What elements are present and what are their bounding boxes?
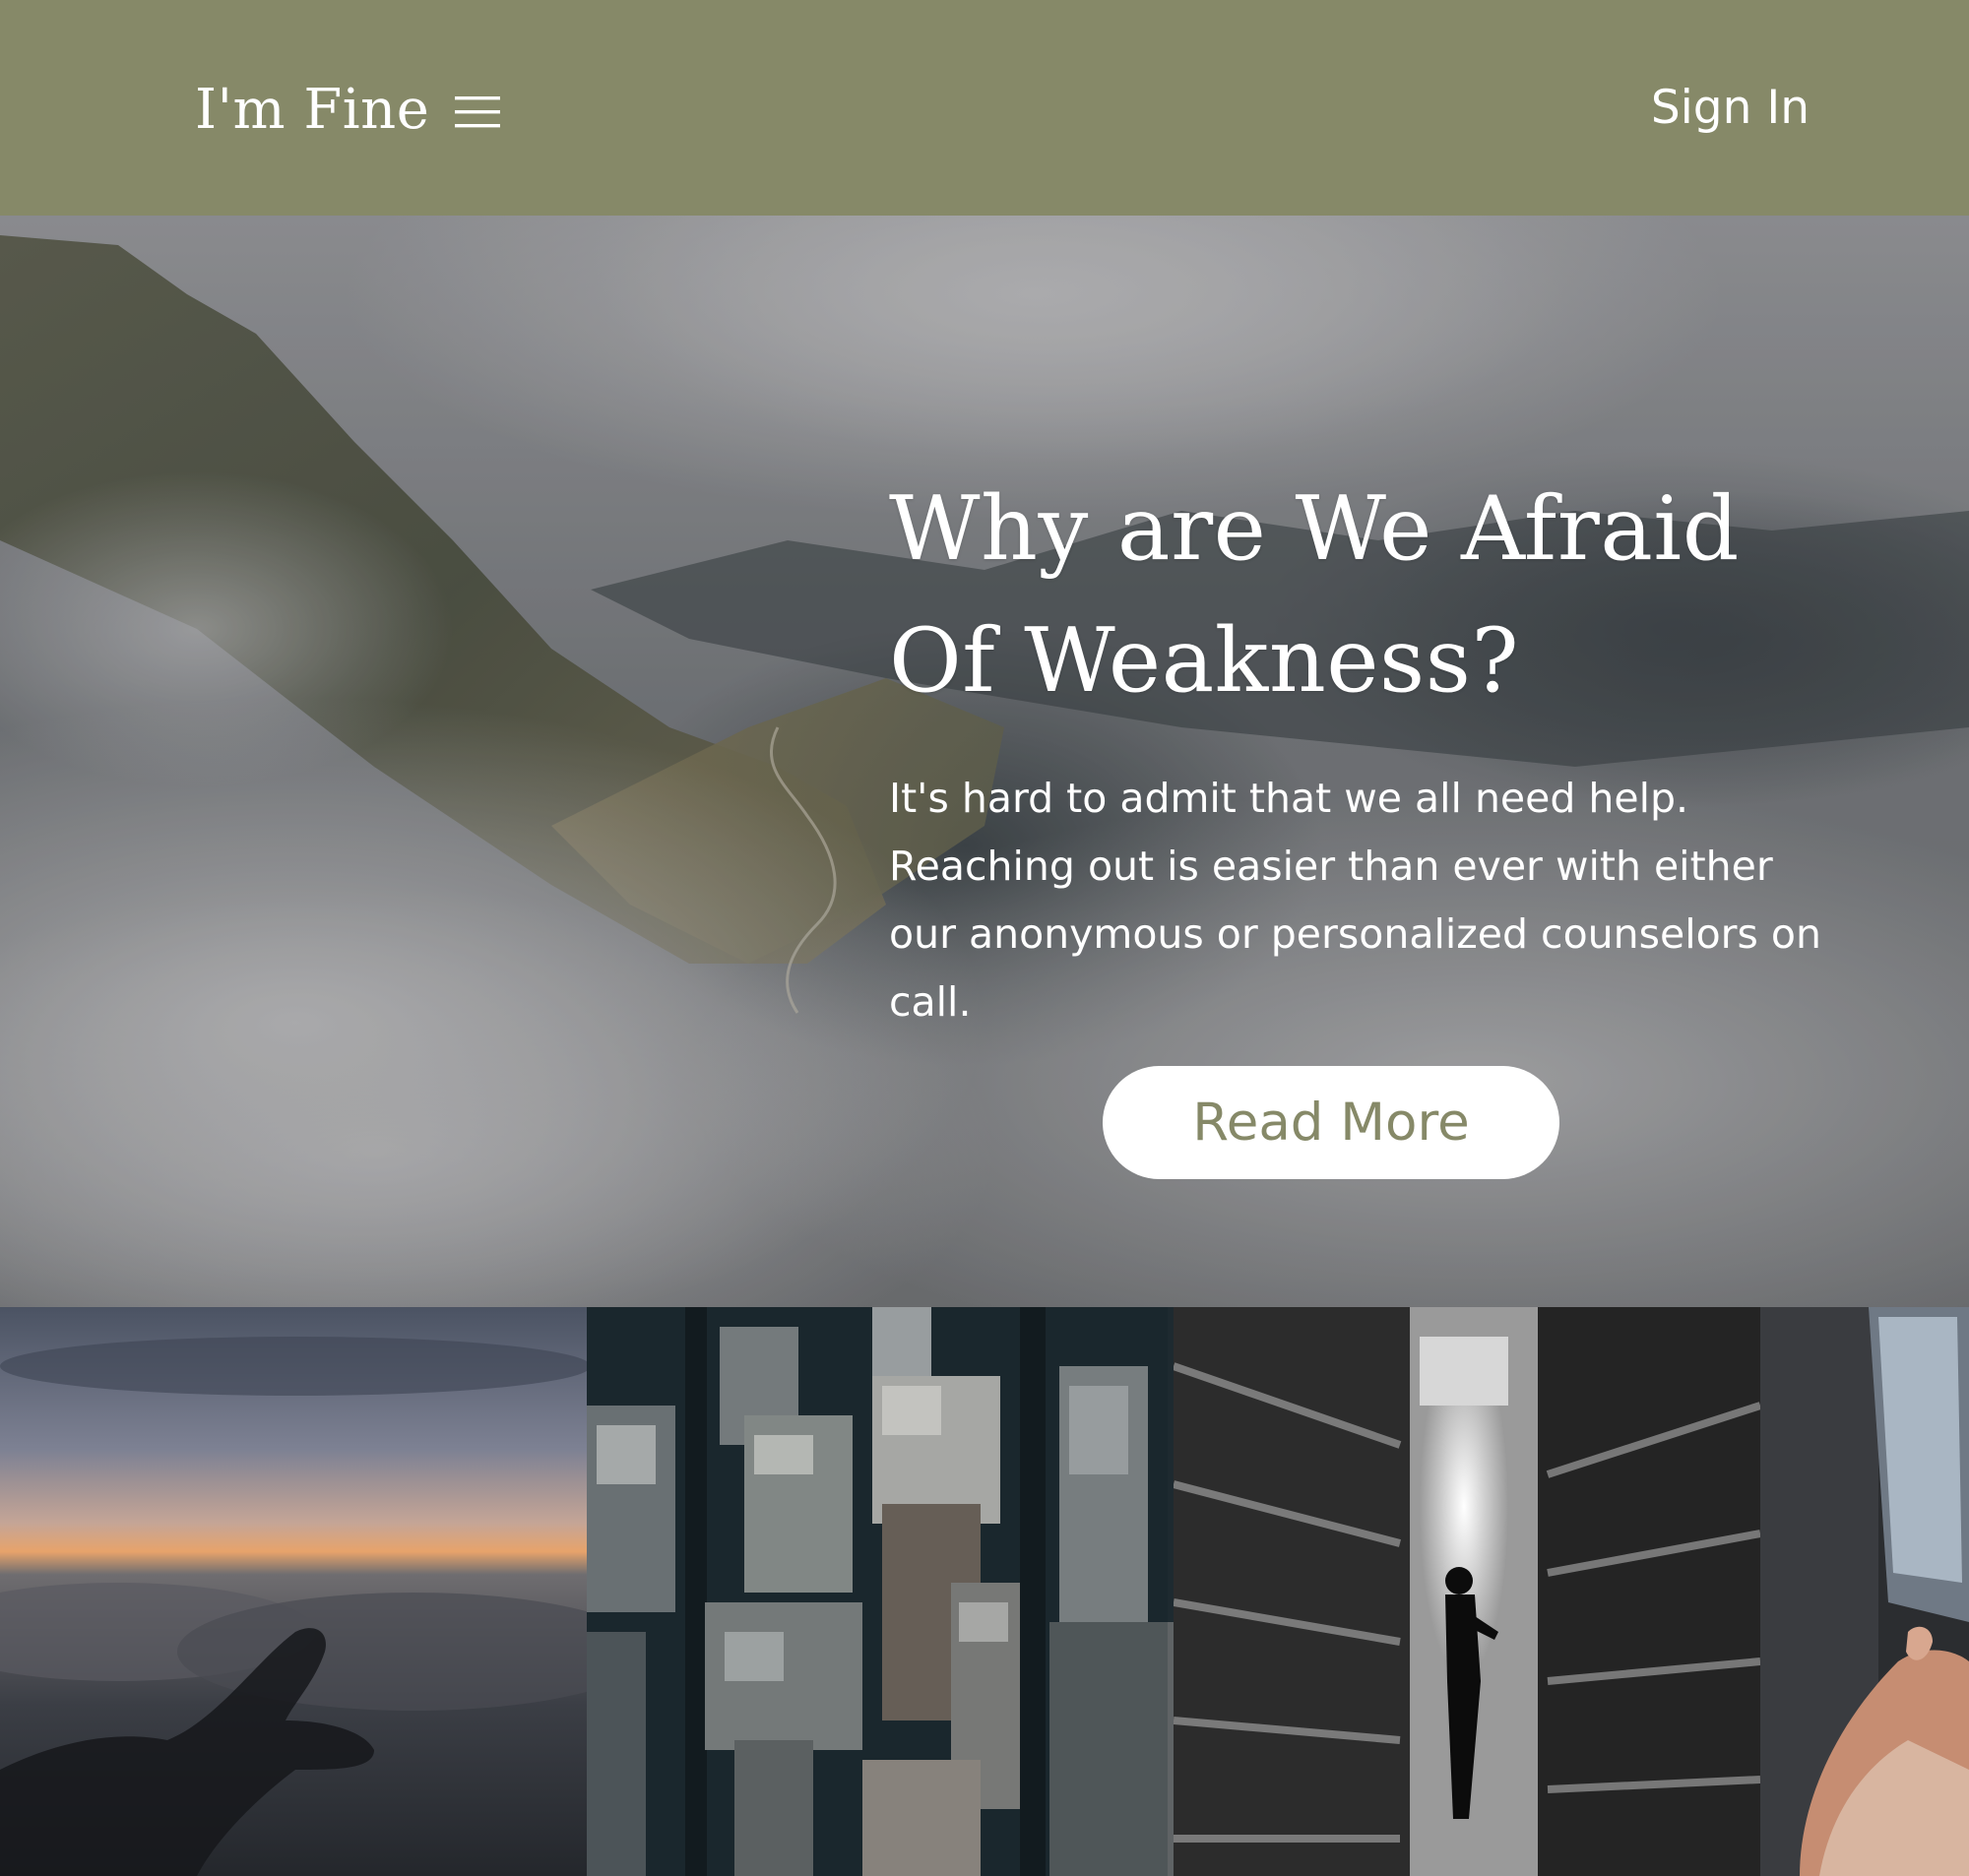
hero-description: It's hard to admit that we all need help…: [889, 775, 1822, 1026]
hero-title-line-1: Why are We Afraid: [889, 477, 1740, 581]
hamburger-menu-icon[interactable]: [455, 93, 501, 132]
sign-in-link[interactable]: Sign In: [1651, 79, 1810, 138]
hero-title-line-2: Of Weakness?: [889, 609, 1520, 713]
hero-content: Why are We Afraid Of Weakness? It's hard…: [889, 464, 1824, 1036]
hands-holding-photos-image: [1760, 1307, 1969, 1876]
sunset-clouds-hand-image: [0, 1307, 587, 1876]
brand-name[interactable]: I'm Fine: [195, 71, 429, 150]
library-aisle-person-image: [1174, 1307, 1760, 1876]
read-more-button[interactable]: Read More: [1103, 1066, 1559, 1179]
site-header: I'm Fine Sign In: [0, 0, 1969, 216]
hero-section: Why are We Afraid Of Weakness? It's hard…: [0, 216, 1969, 1307]
hero-title: Why are We Afraid Of Weakness?: [889, 464, 1824, 727]
image-gallery: [0, 1307, 1969, 1876]
aerial-city-buildings-image: [587, 1307, 1174, 1876]
brand: I'm Fine: [195, 71, 501, 150]
